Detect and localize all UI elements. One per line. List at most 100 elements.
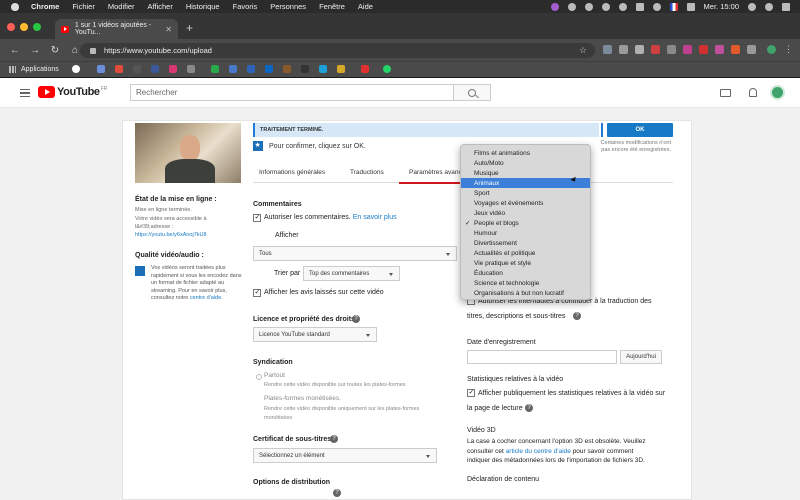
menu-view[interactable]: Afficher: [148, 2, 173, 11]
bookmark-apps[interactable]: Applications: [21, 66, 59, 73]
menu-app[interactable]: Chrome: [31, 2, 59, 11]
wifi-icon[interactable]: [652, 2, 661, 11]
clock[interactable]: Mer. 15:00: [704, 2, 739, 11]
allow-comments-checkbox[interactable]: [253, 213, 261, 222]
menu-file[interactable]: Fichier: [72, 2, 95, 11]
notifications-bell-icon[interactable]: [749, 88, 757, 97]
upload-video-icon[interactable]: [720, 89, 731, 97]
status-icon[interactable]: [618, 2, 627, 11]
minimize-window-icon[interactable]: [20, 23, 28, 31]
category-option[interactable]: Humour: [461, 228, 590, 238]
category-option[interactable]: Auto/Moto: [461, 158, 590, 168]
zoom-window-icon[interactable]: [33, 23, 41, 31]
bookmark-icon[interactable]: [361, 65, 369, 73]
cloud-icon[interactable]: [601, 2, 610, 11]
bookmark-icon[interactable]: [283, 65, 291, 73]
close-tab-icon[interactable]: ✕: [165, 25, 172, 34]
bookmark-icon[interactable]: [301, 65, 309, 73]
user-icon[interactable]: [765, 2, 773, 11]
extension-icon[interactable]: [651, 45, 660, 54]
status-icon[interactable]: [635, 2, 644, 11]
show-comments-select[interactable]: Tous: [253, 246, 457, 261]
instagram-bookmark-icon[interactable]: [169, 65, 177, 73]
menu-people[interactable]: Personnes: [270, 2, 306, 11]
bookmark-icon[interactable]: [229, 65, 237, 73]
bookmark-icon[interactable]: [97, 65, 105, 73]
syndication-everywhere-radio[interactable]: [256, 374, 262, 380]
extension-icon[interactable]: [747, 45, 756, 54]
tab-basic-info[interactable]: Informations générales: [259, 169, 325, 176]
category-option[interactable]: Éducation: [461, 268, 590, 278]
profile-avatar-icon[interactable]: [767, 45, 776, 54]
help-article-link[interactable]: article du centre d'aide: [506, 448, 571, 455]
bookmark-icon[interactable]: [319, 65, 327, 73]
extension-icon[interactable]: [731, 45, 740, 54]
close-window-icon[interactable]: [7, 23, 15, 31]
bookmark-icon[interactable]: [133, 65, 141, 73]
help-icon[interactable]: ?: [330, 435, 338, 443]
menu-list-icon[interactable]: [782, 2, 790, 11]
category-option[interactable]: Films et animations: [461, 148, 590, 158]
video-url-link[interactable]: https://youtu.be/y6xAnoj7kU8: [135, 232, 243, 238]
bookmark-icon[interactable]: [247, 65, 255, 73]
sort-comments-select[interactable]: Top des commentaires: [303, 266, 400, 281]
category-option[interactable]: Jeux vidéo: [461, 208, 590, 218]
bookmark-icon[interactable]: [211, 65, 219, 73]
category-option[interactable]: Sport: [461, 188, 590, 198]
menu-edit[interactable]: Modifier: [108, 2, 135, 11]
extension-icon[interactable]: [635, 45, 644, 54]
category-option[interactable]: Divertissement: [461, 238, 590, 248]
help-icon[interactable]: ?: [525, 404, 533, 412]
new-tab-icon[interactable]: +: [186, 22, 193, 34]
search-icon[interactable]: [454, 84, 491, 101]
ok-button[interactable]: OK: [607, 123, 673, 137]
menu-history[interactable]: Historique: [186, 2, 220, 11]
extension-icon[interactable]: [715, 45, 724, 54]
subtitles-select[interactable]: Sélectionnez un élément: [253, 448, 437, 463]
tab-translations[interactable]: Traductions: [350, 169, 384, 176]
status-app-icon[interactable]: [550, 2, 559, 11]
learn-more-link[interactable]: En savoir plus: [353, 214, 397, 221]
category-option-selected[interactable]: ✓ People et blogs: [461, 218, 590, 228]
home-icon[interactable]: ⌂: [70, 45, 80, 56]
menu-help[interactable]: Aide: [358, 2, 373, 11]
extension-icon[interactable]: [699, 45, 708, 54]
license-select[interactable]: Licence YouTube standard: [253, 327, 377, 342]
bookmark-icon[interactable]: [187, 65, 195, 73]
back-icon[interactable]: ←: [10, 45, 20, 56]
today-button[interactable]: Aujourd'hui: [620, 350, 662, 364]
bookmark-icon[interactable]: [115, 65, 123, 73]
bookmark-star-icon[interactable]: ☆: [579, 45, 587, 56]
category-option[interactable]: Science et technologie: [461, 278, 590, 288]
reload-icon[interactable]: ↻: [50, 45, 60, 56]
extension-icon[interactable]: [667, 45, 676, 54]
bookmark-icon[interactable]: [337, 65, 345, 73]
help-icon[interactable]: ?: [573, 312, 581, 320]
whatsapp-bookmark-icon[interactable]: [383, 65, 391, 73]
youtube-logo[interactable]: YouTube FR: [38, 86, 107, 98]
show-stats-checkbox[interactable]: [467, 388, 475, 397]
battery-icon[interactable]: [686, 2, 695, 11]
search-icon[interactable]: [748, 2, 756, 11]
browser-tab[interactable]: 1 sur 1 vidéos ajoutées - YouTu... ✕: [55, 19, 178, 39]
menu-icon[interactable]: [20, 89, 30, 97]
help-icon[interactable]: ?: [333, 489, 341, 497]
flag-icon[interactable]: [669, 2, 678, 11]
google-bookmark-icon[interactable]: [72, 65, 80, 73]
search-input[interactable]: Rechercher: [130, 84, 454, 101]
status-icon[interactable]: [584, 2, 593, 11]
menu-window[interactable]: Fenêtre: [319, 2, 345, 11]
apps-grid-icon[interactable]: [9, 66, 16, 73]
forward-icon[interactable]: →: [30, 45, 40, 56]
category-option[interactable]: Vie pratique et style: [461, 258, 590, 268]
category-option[interactable]: Musique: [461, 168, 590, 178]
help-center-link[interactable]: centre d'aide: [190, 295, 221, 301]
extension-icon[interactable]: [619, 45, 628, 54]
category-option[interactable]: Voyages et événements: [461, 198, 590, 208]
linkedin-bookmark-icon[interactable]: [265, 65, 273, 73]
menu-bookmarks[interactable]: Favoris: [233, 2, 258, 11]
facebook-bookmark-icon[interactable]: [151, 65, 159, 73]
address-bar[interactable]: https://www.youtube.com/upload ☆: [80, 43, 595, 58]
more-icon[interactable]: ⋮: [784, 45, 793, 54]
help-icon[interactable]: ?: [352, 315, 360, 323]
